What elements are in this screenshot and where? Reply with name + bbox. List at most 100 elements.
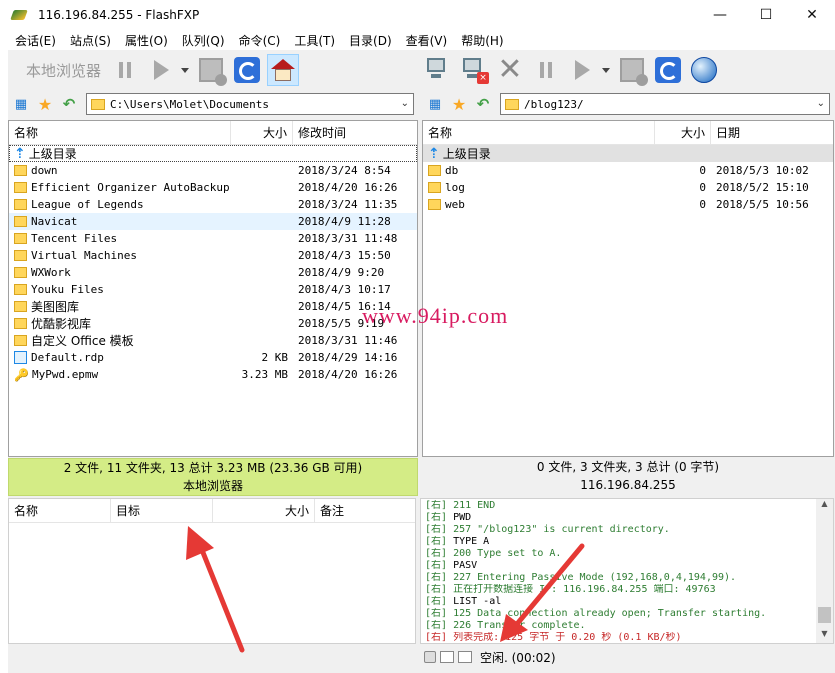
parent-directory-row[interactable]: ⇡ 上级目录 [9,145,417,162]
table-row[interactable]: db 0 2018/5/3 10:02 [423,162,833,179]
log-line: [右] 列表完成: 125 字节 于 0.20 秒 (0.1 KB/秒) [425,632,813,643]
transfer-disabled-icon[interactable] [616,54,648,86]
local-address-bar: ▦ ★ ↶ C:\Users\Molet\Documents ⌄ [8,92,418,116]
close-button[interactable]: ✕ [789,0,835,30]
file-name: Efficient Organizer AutoBackup [31,181,230,194]
col-target[interactable]: 目标 [111,498,213,523]
col-size[interactable]: 大小 [231,121,293,145]
table-row[interactable]: 美图图库 2018/4/5 16:14 [9,298,417,315]
favorites-star-icon[interactable]: ★ [450,95,468,114]
col-modified[interactable]: 修改时间 [293,121,417,145]
connect-icon[interactable] [422,54,454,86]
menu-view[interactable]: 查看(V) [399,32,455,49]
pause-icon[interactable] [530,54,562,86]
table-row[interactable]: web 0 2018/5/5 10:56 [423,196,833,213]
log-text: 257 "/blog123" is current directory. [453,524,670,535]
table-row[interactable]: log 0 2018/5/2 15:10 [423,179,833,196]
play-icon[interactable] [145,54,177,86]
menu-commands[interactable]: 命令(C) [232,32,288,49]
globe-icon[interactable] [688,54,720,86]
table-row[interactable]: Navicat 2018/4/9 11:28 [9,213,417,230]
file-name: Navicat [31,215,78,228]
log-tag: [右] [425,512,448,523]
col-date[interactable]: 日期 [711,121,833,145]
connection-status-icon [440,651,454,663]
col-note[interactable]: 备注 [315,499,415,523]
log-line: [右] TYPE A [425,536,813,548]
local-browser-label[interactable]: 本地浏览器 [26,60,101,81]
folder-icon [14,233,27,244]
menu-help[interactable]: 帮助(H) [454,32,510,49]
table-row[interactable]: WXWork 2018/4/9 9:20 [9,264,417,281]
table-row[interactable]: League of Legends 2018/3/24 11:35 [9,196,417,213]
file-date: 2018/3/31 11:48 [298,232,398,245]
log-scrollbar[interactable]: ▲ ▼ [816,499,833,643]
local-path-combobox[interactable]: C:\Users\Molet\Documents ⌄ [86,93,414,115]
parent-dir-arrow-icon[interactable]: ↶ [474,95,492,113]
log-text: LIST -al [453,596,502,607]
remote-file-list[interactable]: ⌃ 名称 大小 日期 ⇡ 上级目录 db 0 2018/5/3 10:02 log 0 20… [422,120,834,457]
scroll-thumb[interactable] [818,607,831,623]
refresh-icon[interactable] [231,54,263,86]
minimize-button[interactable]: — [697,0,743,30]
local-status-label: 本地浏览器 [182,479,243,493]
menu-directory[interactable]: 目录(D) [342,32,399,49]
log-text: 226 Transfer complete. [453,620,586,631]
home-icon[interactable] [267,54,300,86]
table-row[interactable]: Youku Files 2018/4/3 10:17 [9,281,417,298]
maximize-button[interactable]: ☐ [743,0,789,30]
remote-address-bar: ▦ ★ ↶ /blog123/ ⌄ [422,92,834,116]
menu-session[interactable]: 会话(E) [8,32,63,49]
chevron-down-icon[interactable]: ⌄ [401,98,409,109]
parent-directory-row[interactable]: ⇡ 上级目录 [423,145,833,162]
file-name: League of Legends [31,198,144,211]
sort-caret-icon: ⌃ [531,120,539,128]
local-status-panel: 2 文件, 11 文件夹, 13 总计 3.23 MB (23.36 GB 可用… [8,458,418,496]
menu-options[interactable]: 属性(O) [118,32,175,49]
menu-queue[interactable]: 队列(Q) [175,32,232,49]
menu-sites[interactable]: 站点(S) [63,32,118,49]
table-row[interactable]: down 2018/3/24 8:54 [9,162,417,179]
transfer-queue[interactable]: 名称 目标 大小 备注 [8,498,416,644]
sites-icon[interactable]: ▦ [426,95,444,113]
watermark-text: www.94ip.com [362,303,509,328]
log-tag: [右] [425,560,448,571]
pause-icon[interactable] [109,54,141,86]
play-icon[interactable] [566,54,598,86]
table-row[interactable]: Virtual Machines 2018/4/3 15:50 [9,247,417,264]
table-row[interactable]: 自定义 Office 模板 2018/3/31 11:46 [9,332,417,349]
col-name[interactable]: 名称 [423,121,655,145]
scroll-down-icon[interactable]: ▼ [816,629,833,643]
log-text: TYPE A [453,536,490,547]
play-dropdown-icon[interactable] [181,67,190,73]
refresh-icon[interactable] [652,54,684,86]
file-date: 2018/4/20 16:26 [298,368,398,381]
disconnect-icon[interactable]: × [458,54,490,86]
log-line: [右] 257 "/blog123" is current directory. [425,524,813,536]
col-name[interactable]: 名称 [9,498,111,523]
table-row[interactable]: Efficient Organizer AutoBackup 2018/4/20 … [9,179,417,196]
parent-dir-arrow-icon[interactable]: ↶ [60,95,78,113]
menu-tools[interactable]: 工具(T) [287,32,342,49]
abort-icon[interactable]: ✕ [494,54,526,86]
log-text: PASV [453,560,478,571]
transfer-disabled-icon[interactable] [195,54,228,86]
col-size[interactable]: 大小 [655,121,711,145]
log-line: [右] 226 Transfer complete. [425,620,813,632]
table-row[interactable]: Tencent Files 2018/3/31 11:48 [9,230,417,247]
sites-icon[interactable]: ▦ [12,95,30,113]
table-row[interactable]: 优酷影视库 2018/5/5 9:19 [9,315,417,332]
play-dropdown-icon[interactable] [602,67,610,73]
table-row[interactable]: 🔑 MyPwd.epmw 3.23 MB 2018/4/20 16:26 [9,366,417,383]
remote-path-combobox[interactable]: /blog123/ ⌄ [500,93,830,115]
folder-icon [14,165,27,176]
favorites-star-icon[interactable]: ★ [36,95,54,114]
chevron-down-icon[interactable]: ⌄ [817,98,825,109]
title-bar: 116.196.84.255 - FlashFXP — ☐ ✕ [0,0,835,30]
local-file-list[interactable]: ⌃ 名称 大小 修改时间 ⇡ 上级目录 down 2018/3/24 8:54 Eff… [8,120,418,457]
col-size[interactable]: 大小 [213,498,315,523]
session-log[interactable]: [右] 211 END [右] PWD [右] 257 "/blog123" is … [420,498,834,644]
scroll-up-icon[interactable]: ▲ [816,499,833,513]
table-row[interactable]: Default.rdp 2 KB 2018/4/29 14:16 [9,349,417,366]
log-tag: [右] [425,572,448,583]
